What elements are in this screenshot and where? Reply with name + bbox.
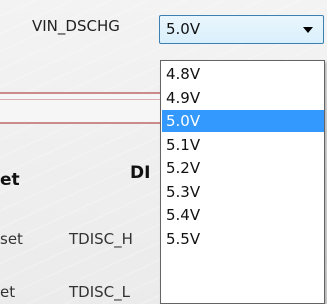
section-heading-fragment: et bbox=[0, 170, 20, 190]
vin-dschg-select[interactable]: 5.0V bbox=[159, 15, 324, 44]
dropdown-option[interactable]: 5.1V bbox=[162, 134, 324, 156]
dropdown-option[interactable]: 5.2V bbox=[162, 157, 324, 179]
dropdown-option[interactable]: 5.3V bbox=[162, 181, 324, 203]
dropdown-option[interactable]: 4.8V bbox=[162, 63, 324, 85]
tdisc-l-label: TDISC_L bbox=[69, 283, 130, 301]
separator-band bbox=[0, 92, 160, 124]
separator-line bbox=[0, 99, 160, 100]
label-offset-fragment-2: et bbox=[0, 283, 16, 301]
chevron-down-icon[interactable] bbox=[303, 27, 313, 33]
vin-dschg-label: VIN_DSCHG bbox=[32, 17, 120, 35]
select-value: 5.0V bbox=[166, 20, 201, 38]
dropdown-option[interactable]: 5.0V bbox=[162, 110, 324, 132]
dropdown-list[interactable]: 4.8V 4.9V 5.0V 5.1V 5.2V 5.3V 5.4V 5.5V bbox=[160, 60, 325, 304]
dropdown-option[interactable]: 5.4V bbox=[162, 204, 324, 226]
label-offset-fragment: set bbox=[0, 230, 23, 248]
tdisc-h-label: TDISC_H bbox=[69, 230, 133, 248]
dropdown-option[interactable]: 4.9V bbox=[162, 87, 324, 109]
section-heading-dis-fragment: DI bbox=[130, 163, 151, 183]
dropdown-option[interactable]: 5.5V bbox=[162, 228, 324, 250]
